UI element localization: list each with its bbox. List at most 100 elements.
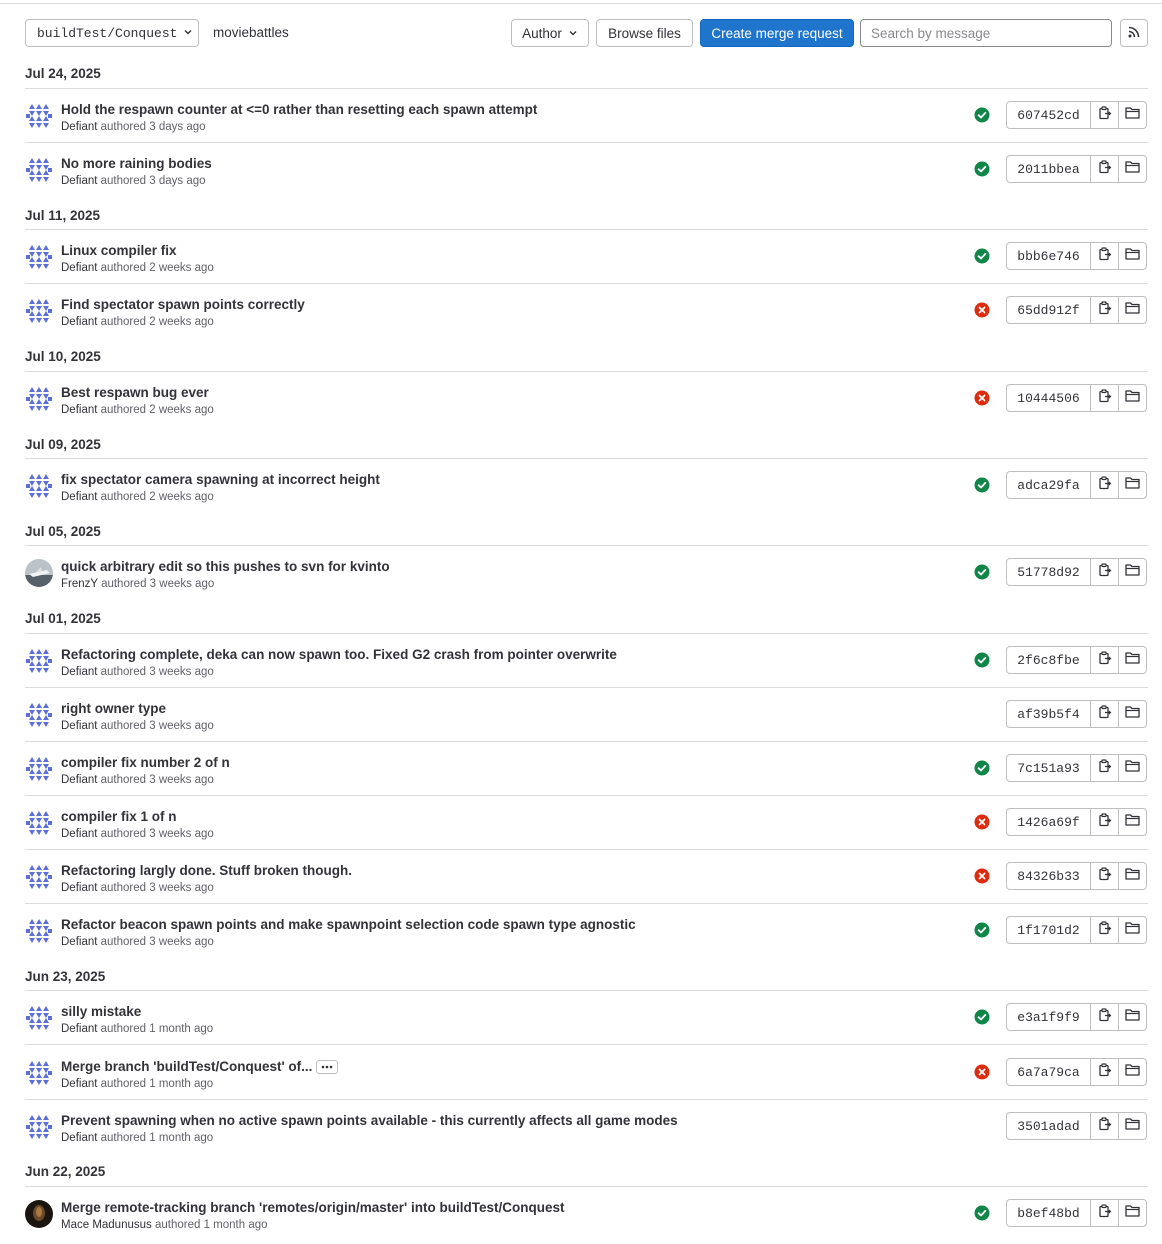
search-by-message-input[interactable] xyxy=(860,19,1112,47)
commit-title-link[interactable]: compiler fix 1 of n xyxy=(61,809,177,824)
author-avatar[interactable] xyxy=(25,1004,53,1032)
browse-files-at-commit-button[interactable] xyxy=(1118,646,1147,674)
expand-description-button[interactable] xyxy=(316,1060,339,1075)
commit-author-link[interactable]: Defiant xyxy=(61,828,97,840)
commit-author-link[interactable]: Defiant xyxy=(61,491,97,503)
pipeline-passed-icon[interactable] xyxy=(974,1205,990,1221)
create-merge-request-button[interactable]: Create merge request xyxy=(700,19,854,47)
commit-sha-button[interactable]: bbb6e746 xyxy=(1006,242,1091,270)
copy-sha-button[interactable] xyxy=(1090,916,1119,944)
browse-files-at-commit-button[interactable] xyxy=(1118,700,1147,728)
author-avatar[interactable] xyxy=(25,297,53,325)
copy-sha-button[interactable] xyxy=(1090,471,1119,499)
author-avatar[interactable] xyxy=(25,755,53,783)
commit-sha-button[interactable]: 6a7a79ca xyxy=(1006,1058,1091,1086)
commit-sha-button[interactable]: b8ef48bd xyxy=(1006,1199,1091,1227)
commit-title-link[interactable]: quick arbitrary edit so this pushes to s… xyxy=(61,559,390,574)
commit-author-link[interactable]: Defiant xyxy=(61,1132,97,1144)
pipeline-passed-icon[interactable] xyxy=(974,248,990,264)
copy-sha-button[interactable] xyxy=(1090,155,1119,183)
commit-title-link[interactable]: Linux compiler fix xyxy=(61,243,177,258)
browse-files-at-commit-button[interactable] xyxy=(1118,101,1147,129)
branch-dropdown[interactable]: buildTest/Conquest xyxy=(25,19,199,47)
commit-sha-button[interactable]: 51778d92 xyxy=(1006,558,1091,586)
commit-sha-button[interactable]: 3501adad xyxy=(1006,1112,1091,1140)
pipeline-failed-icon[interactable] xyxy=(974,302,990,318)
commit-author-link[interactable]: Defiant xyxy=(61,262,97,274)
commit-title-link[interactable]: silly mistake xyxy=(61,1004,141,1019)
author-filter-dropdown[interactable]: Author xyxy=(511,19,589,47)
commit-sha-button[interactable]: 2f6c8fbe xyxy=(1006,646,1091,674)
copy-sha-button[interactable] xyxy=(1090,754,1119,782)
browse-files-at-commit-button[interactable] xyxy=(1118,916,1147,944)
author-avatar[interactable] xyxy=(25,809,53,837)
browse-files-at-commit-button[interactable] xyxy=(1118,384,1147,412)
commit-sha-button[interactable]: 7c151a93 xyxy=(1006,754,1091,782)
browse-files-button[interactable]: Browse files xyxy=(596,19,693,47)
rss-feed-button[interactable] xyxy=(1120,19,1148,47)
commit-sha-button[interactable]: 1f1701d2 xyxy=(1006,916,1091,944)
commit-sha-button[interactable]: e3a1f9f9 xyxy=(1006,1003,1091,1031)
commit-author-link[interactable]: Defiant xyxy=(61,720,97,732)
author-avatar[interactable] xyxy=(25,863,53,891)
browse-files-at-commit-button[interactable] xyxy=(1118,471,1147,499)
copy-sha-button[interactable] xyxy=(1090,646,1119,674)
browse-files-at-commit-button[interactable] xyxy=(1118,155,1147,183)
commit-title-link[interactable]: Refactoring largly done. Stuff broken th… xyxy=(61,863,352,878)
commit-author-link[interactable]: Defiant xyxy=(61,774,97,786)
commit-title-link[interactable]: Best respawn bug ever xyxy=(61,385,209,400)
author-avatar[interactable] xyxy=(25,1113,53,1141)
author-avatar[interactable] xyxy=(25,1059,53,1087)
commit-title-link[interactable]: Merge branch 'buildTest/Conquest' of... xyxy=(61,1059,312,1074)
browse-files-at-commit-button[interactable] xyxy=(1118,862,1147,890)
commit-author-link[interactable]: Defiant xyxy=(61,936,97,948)
commit-sha-button[interactable]: 607452cd xyxy=(1006,101,1091,129)
commit-title-link[interactable]: right owner type xyxy=(61,701,166,716)
commit-title-link[interactable]: Merge remote-tracking branch 'remotes/or… xyxy=(61,1200,565,1215)
copy-sha-button[interactable] xyxy=(1090,384,1119,412)
repository-path[interactable]: moviebattles xyxy=(213,25,289,40)
browse-files-at-commit-button[interactable] xyxy=(1118,1058,1147,1086)
author-avatar[interactable] xyxy=(25,102,53,130)
commit-sha-button[interactable]: 2011bbea xyxy=(1006,155,1091,183)
pipeline-failed-icon[interactable] xyxy=(974,390,990,406)
pipeline-passed-icon[interactable] xyxy=(974,161,990,177)
commit-title-link[interactable]: Find spectator spawn points correctly xyxy=(61,297,305,312)
commit-author-link[interactable]: Defiant xyxy=(61,1078,97,1090)
commit-author-link[interactable]: Defiant xyxy=(61,666,97,678)
commit-title-link[interactable]: Refactor beacon spawn points and make sp… xyxy=(61,917,636,932)
commit-sha-button[interactable]: 1426a69f xyxy=(1006,808,1091,836)
pipeline-failed-icon[interactable] xyxy=(974,1064,990,1080)
commit-sha-button[interactable]: af39b5f4 xyxy=(1006,700,1091,728)
commit-author-link[interactable]: Defiant xyxy=(61,121,97,133)
author-avatar[interactable] xyxy=(25,917,53,945)
copy-sha-button[interactable] xyxy=(1090,242,1119,270)
author-avatar[interactable] xyxy=(25,701,53,729)
commit-author-link[interactable]: Defiant xyxy=(61,316,97,328)
commit-sha-button[interactable]: 65dd912f xyxy=(1006,296,1091,324)
commit-title-link[interactable]: No more raining bodies xyxy=(61,156,212,171)
commit-title-link[interactable]: fix spectator camera spawning at incorre… xyxy=(61,472,380,487)
copy-sha-button[interactable] xyxy=(1090,1058,1119,1086)
commit-author-link[interactable]: Defiant xyxy=(61,882,97,894)
browse-files-at-commit-button[interactable] xyxy=(1118,558,1147,586)
commit-title-link[interactable]: Hold the respawn counter at <=0 rather t… xyxy=(61,102,537,117)
pipeline-passed-icon[interactable] xyxy=(974,922,990,938)
author-avatar[interactable] xyxy=(25,156,53,184)
pipeline-passed-icon[interactable] xyxy=(974,107,990,123)
commit-title-link[interactable]: Prevent spawning when no active spawn po… xyxy=(61,1113,678,1128)
author-avatar[interactable] xyxy=(25,385,53,413)
commit-author-link[interactable]: Defiant xyxy=(61,1023,97,1035)
copy-sha-button[interactable] xyxy=(1090,808,1119,836)
pipeline-passed-icon[interactable] xyxy=(974,760,990,776)
browse-files-at-commit-button[interactable] xyxy=(1118,808,1147,836)
pipeline-failed-icon[interactable] xyxy=(974,814,990,830)
commit-author-link[interactable]: FrenzY xyxy=(61,578,98,590)
copy-sha-button[interactable] xyxy=(1090,862,1119,890)
copy-sha-button[interactable] xyxy=(1090,296,1119,324)
copy-sha-button[interactable] xyxy=(1090,1112,1119,1140)
copy-sha-button[interactable] xyxy=(1090,1003,1119,1031)
author-avatar[interactable] xyxy=(25,243,53,271)
browse-files-at-commit-button[interactable] xyxy=(1118,754,1147,782)
author-avatar[interactable] xyxy=(25,559,53,587)
